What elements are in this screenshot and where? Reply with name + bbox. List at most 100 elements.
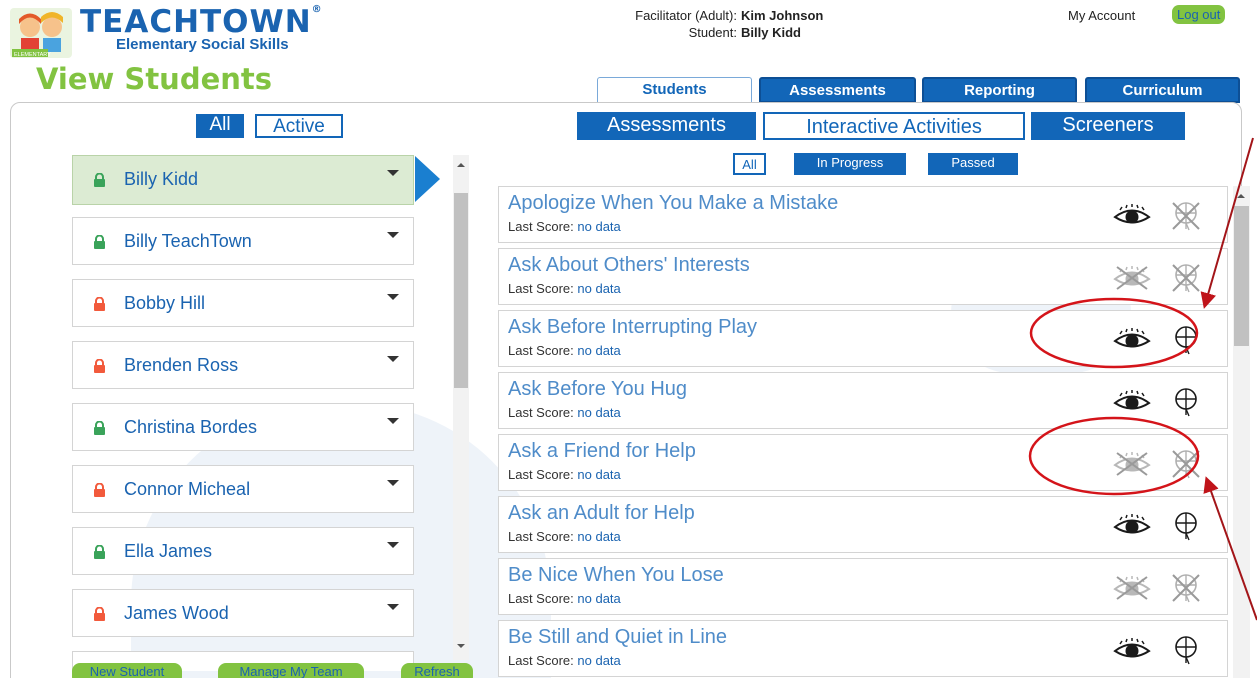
selected-student-arrow bbox=[415, 156, 440, 202]
view-disabled-icon bbox=[1113, 576, 1151, 600]
student-item[interactable]: Bobby Hill bbox=[72, 279, 414, 327]
assess-disabled-icon bbox=[1172, 574, 1200, 603]
refresh-button[interactable]: Refresh bbox=[401, 663, 473, 678]
manage-my-team-button[interactable]: Manage My Team bbox=[218, 663, 364, 678]
status-filter-passed[interactable]: Passed bbox=[928, 153, 1018, 175]
last-score: Last Score: no data bbox=[508, 591, 621, 606]
new-student-button[interactable]: New Student bbox=[72, 663, 182, 678]
logo-title: TEACHTOWN® bbox=[80, 4, 323, 40]
last-score-value: no data bbox=[577, 591, 621, 606]
student-item[interactable]: Connor Micheal bbox=[72, 465, 414, 513]
student-name: Ella James bbox=[124, 541, 213, 561]
tab-students[interactable]: Students bbox=[597, 77, 752, 104]
status-filter-in-progress[interactable]: In Progress bbox=[794, 153, 906, 175]
scrollbar-thumb[interactable] bbox=[454, 193, 468, 388]
activity-list-scrollbar[interactable] bbox=[1233, 186, 1250, 678]
lock-icon bbox=[94, 607, 105, 621]
lock-icon bbox=[94, 421, 105, 435]
last-score: Last Score: no data bbox=[508, 219, 621, 234]
filter-active-students[interactable]: Active bbox=[255, 114, 343, 138]
dropdown-caret-icon[interactable] bbox=[387, 604, 399, 610]
student-item[interactable]: Christina Bordes bbox=[72, 403, 414, 451]
activity-row[interactable]: Be Still and Quiet in Line Last Score: no… bbox=[498, 620, 1228, 677]
dropdown-caret-icon[interactable] bbox=[387, 418, 399, 424]
lock-icon bbox=[94, 359, 105, 373]
svg-text:ELEMENTARY: ELEMENTARY bbox=[14, 52, 51, 58]
student-item[interactable]: James Wood bbox=[72, 589, 414, 637]
student-list-scrollbar[interactable] bbox=[453, 155, 469, 660]
view-eye-icon[interactable] bbox=[1111, 387, 1153, 417]
dropdown-caret-icon[interactable] bbox=[387, 542, 399, 548]
dropdown-caret-icon[interactable] bbox=[387, 170, 399, 176]
view-disabled-icon bbox=[1113, 266, 1151, 290]
student-name: Brenden Ross bbox=[124, 355, 239, 375]
filter-all-students[interactable]: All bbox=[196, 114, 244, 138]
last-score-value: no data bbox=[577, 653, 621, 668]
activity-row[interactable]: Apologize When You Make a Mistake Last Sc… bbox=[498, 186, 1228, 243]
activity-title[interactable]: Ask a Friend for Help bbox=[508, 440, 696, 463]
view-eye-icon[interactable] bbox=[1111, 201, 1153, 231]
subtab-interactive-activities[interactable]: Interactive Activities bbox=[763, 112, 1025, 140]
scrollbar-thumb[interactable] bbox=[1234, 206, 1249, 346]
activity-title[interactable]: Ask About Others' Interests bbox=[508, 254, 750, 277]
activity-row[interactable]: Ask Before You Hug Last Score: no data bbox=[498, 372, 1228, 429]
last-score-value: no data bbox=[577, 281, 621, 296]
activity-row[interactable]: Ask a Friend for Help Last Score: no data bbox=[498, 434, 1228, 491]
student-item[interactable]: Billy TeachTown bbox=[72, 217, 414, 265]
activity-title[interactable]: Be Still and Quiet in Line bbox=[508, 626, 727, 649]
view-eye-icon[interactable] bbox=[1111, 325, 1153, 355]
subtab-assessments[interactable]: Assessments bbox=[577, 112, 756, 140]
activity-row[interactable]: Ask About Others' Interests Last Score: n… bbox=[498, 248, 1228, 305]
student-name: Bobby Hill bbox=[124, 293, 206, 313]
dropdown-caret-icon[interactable] bbox=[387, 232, 399, 238]
student-item[interactable]: Ella James bbox=[72, 527, 414, 575]
last-score-value: no data bbox=[577, 219, 621, 234]
activity-title[interactable]: Be Nice When You Lose bbox=[508, 564, 724, 587]
facilitator-name: Kim Johnson bbox=[741, 8, 824, 23]
scroll-up-icon[interactable] bbox=[1237, 194, 1245, 198]
logo-subtitle: Elementary Social Skills bbox=[116, 36, 289, 53]
activity-row[interactable]: Ask Before Interrupting Play Last Score: … bbox=[498, 310, 1228, 367]
last-score: Last Score: no data bbox=[508, 467, 621, 482]
assess-ribbon-icon[interactable] bbox=[1169, 323, 1203, 357]
activity-row[interactable]: Ask an Adult for Help Last Score: no data bbox=[498, 496, 1228, 553]
view-eye-icon[interactable] bbox=[1111, 635, 1153, 665]
activity-title[interactable]: Apologize When You Make a Mistake bbox=[508, 192, 838, 215]
view-eye-icon[interactable] bbox=[1111, 511, 1153, 541]
status-filter-all[interactable]: All bbox=[733, 153, 766, 175]
lock-icon bbox=[94, 173, 105, 187]
logout-button[interactable]: Log out bbox=[1172, 5, 1226, 24]
assess-disabled-icon bbox=[1172, 264, 1200, 293]
student-name: James Wood bbox=[124, 603, 229, 623]
activity-row[interactable]: Be Nice When You Lose Last Score: no data bbox=[498, 558, 1228, 615]
subtab-screeners[interactable]: Screeners bbox=[1031, 112, 1185, 140]
student-name: Connor Micheal bbox=[124, 479, 251, 499]
teachtown-logo: ELEMENTARY TEACHTOWN® Elementary Social … bbox=[8, 4, 368, 58]
student-name: Billy Kidd bbox=[741, 25, 801, 40]
scroll-down-icon[interactable] bbox=[457, 644, 465, 648]
my-account-link[interactable]: My Account bbox=[1068, 8, 1135, 23]
student-item[interactable]: Brenden Ross bbox=[72, 341, 414, 389]
last-score: Last Score: no data bbox=[508, 653, 621, 668]
assess-ribbon-icon[interactable] bbox=[1169, 509, 1203, 543]
student-item[interactable]: Billy Kidd bbox=[72, 155, 414, 205]
tab-curriculum[interactable]: Curriculum bbox=[1085, 77, 1240, 103]
activity-title[interactable]: Ask Before Interrupting Play bbox=[508, 316, 757, 339]
activity-title[interactable]: Ask an Adult for Help bbox=[508, 502, 695, 525]
assess-ribbon-icon[interactable] bbox=[1169, 385, 1203, 419]
assess-ribbon-icon[interactable] bbox=[1169, 633, 1203, 667]
dropdown-caret-icon[interactable] bbox=[387, 294, 399, 300]
dropdown-caret-icon[interactable] bbox=[387, 480, 399, 486]
page-title: View Students bbox=[36, 62, 273, 96]
lock-icon bbox=[94, 297, 105, 311]
tab-assessments[interactable]: Assessments bbox=[759, 77, 916, 103]
last-score: Last Score: no data bbox=[508, 281, 621, 296]
student-name: Christina Bordes bbox=[124, 417, 258, 437]
tab-reporting[interactable]: Reporting bbox=[922, 77, 1077, 103]
activity-title[interactable]: Ask Before You Hug bbox=[508, 378, 687, 401]
dropdown-caret-icon[interactable] bbox=[387, 356, 399, 362]
facilitator-label: Facilitator (Adult): bbox=[635, 8, 737, 23]
scroll-up-icon[interactable] bbox=[457, 163, 465, 167]
last-score-value: no data bbox=[577, 343, 621, 358]
student-name: Billy TeachTown bbox=[124, 231, 252, 251]
